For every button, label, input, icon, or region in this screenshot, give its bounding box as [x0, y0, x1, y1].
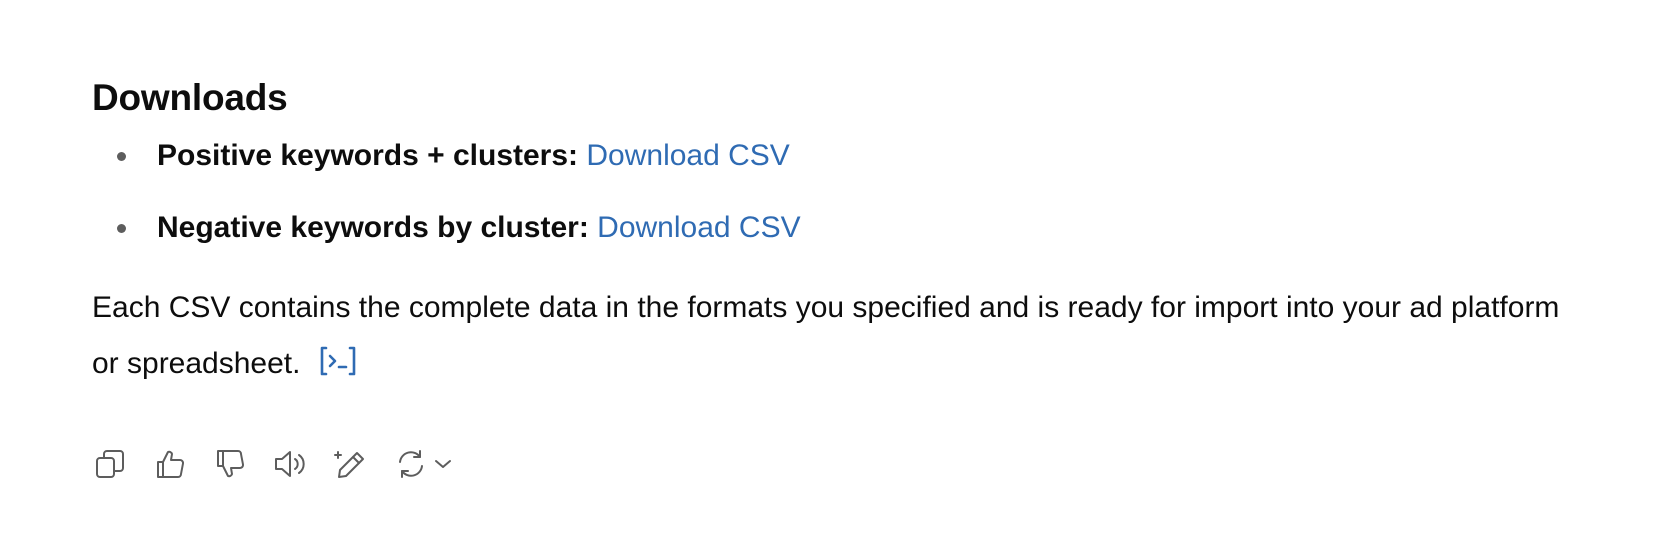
edit-button[interactable] — [332, 446, 368, 482]
read-aloud-button[interactable] — [272, 446, 308, 482]
assistant-message: Downloads Positive keywords + clusters: … — [92, 68, 1592, 396]
code-interpreter-icon[interactable] — [319, 340, 357, 396]
message-actions — [92, 446, 482, 482]
thumbs-up-button[interactable] — [152, 446, 188, 482]
thumbs-up-icon — [157, 450, 184, 478]
download-csv-link[interactable]: Download CSV — [586, 139, 789, 172]
bullet-icon — [117, 152, 126, 161]
bullet-icon — [117, 224, 126, 233]
download-label: Positive keywords + clusters: — [157, 139, 587, 172]
download-csv-link[interactable]: Download CSV — [597, 211, 800, 244]
summary-paragraph: Each CSV contains the complete data in t… — [92, 280, 1592, 396]
speaker-icon — [275, 451, 305, 477]
list-item: Negative keywords by cluster: Download C… — [92, 208, 1592, 248]
refresh-icon — [399, 450, 423, 478]
thumbs-down-button[interactable] — [212, 446, 248, 482]
chevron-down-icon — [435, 460, 451, 468]
download-label: Negative keywords by cluster: — [157, 211, 598, 244]
sparkle-pencil-icon — [334, 451, 364, 478]
list-item: Positive keywords + clusters: Download C… — [92, 136, 1592, 176]
section-heading: Downloads — [92, 77, 288, 118]
thumbs-down-icon — [217, 450, 244, 478]
copy-icon — [96, 450, 124, 478]
copy-button[interactable] — [92, 446, 128, 482]
summary-text: Each CSV contains the complete data in t… — [92, 291, 1560, 380]
regenerate-button[interactable] — [392, 446, 458, 482]
download-list: Positive keywords + clusters: Download C… — [92, 136, 1592, 248]
